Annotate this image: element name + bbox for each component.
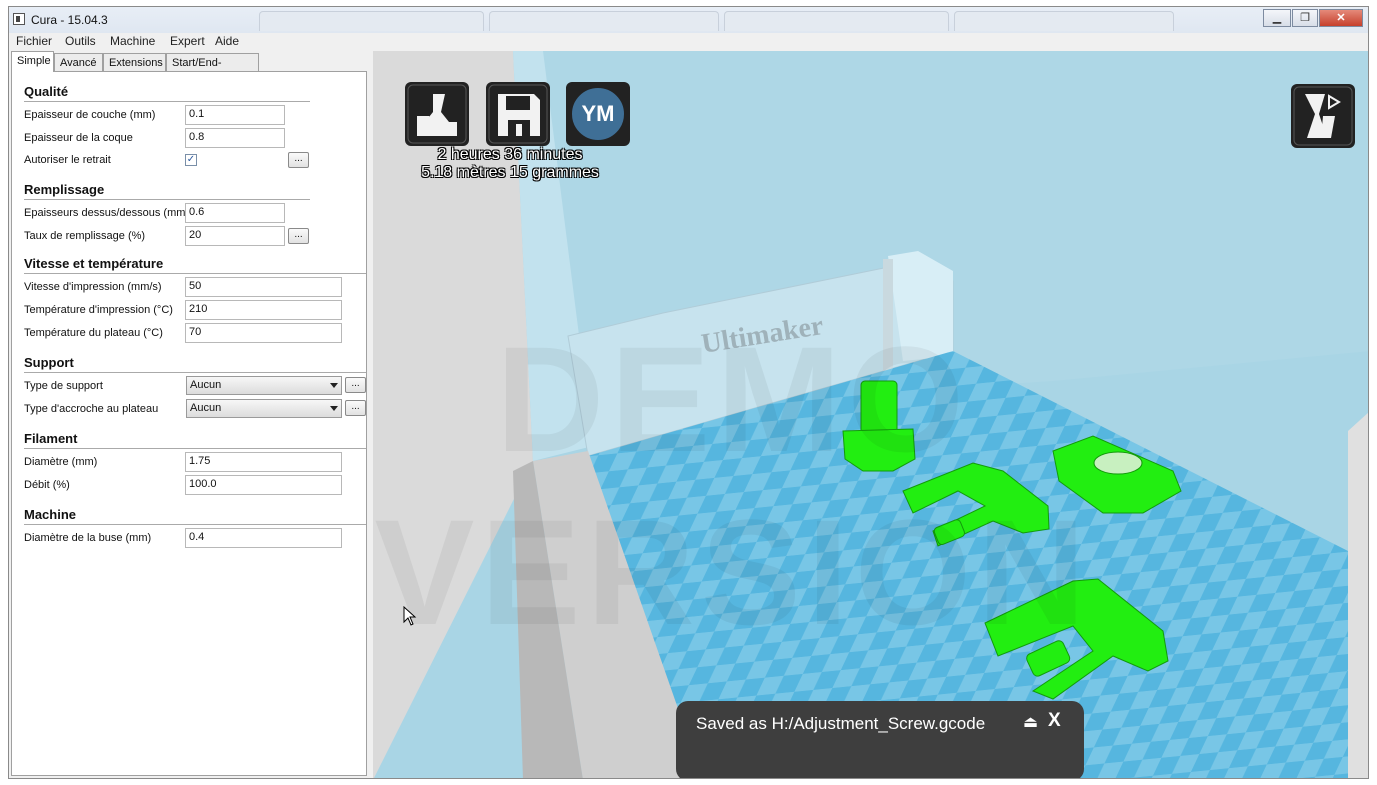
tab-extensions[interactable]: Extensions: [103, 53, 166, 72]
menu-outils[interactable]: Outils: [65, 34, 96, 48]
print-speed-label: Vitesse d'impression (mm/s): [24, 281, 162, 293]
section-divider: [24, 199, 310, 200]
section-divider: [24, 372, 366, 373]
menu-fichier[interactable]: Fichier: [16, 34, 52, 48]
bed-temp-input[interactable]: 70: [185, 323, 342, 343]
eject-icon[interactable]: ⏏: [1023, 712, 1038, 732]
flow-input[interactable]: 100.0: [185, 475, 342, 495]
background-tab: [259, 11, 484, 31]
adhesion-type-value: Aucun: [190, 402, 222, 414]
save-gcode-button[interactable]: [486, 82, 550, 146]
layer-height-label: Epaisseur de couche (mm): [24, 109, 156, 121]
adhesion-type-select[interactable]: Aucun: [186, 399, 342, 418]
print-speed-input[interactable]: 50: [185, 277, 342, 297]
floppy-disk-icon: [488, 84, 548, 144]
filament-diameter-input[interactable]: 1.75: [185, 452, 342, 472]
background-tab: [489, 11, 719, 31]
bottom-top-label: Epaisseurs dessus/dessous (mm): [24, 207, 190, 219]
section-title-support: Support: [24, 355, 74, 370]
flow-label: Débit (%): [24, 479, 70, 491]
section-title-machine: Machine: [24, 507, 77, 522]
fill-density-label: Taux de remplissage (%): [24, 230, 146, 242]
settings-tabs: Simple Avancé Extensions Start/End-GCode: [11, 51, 371, 87]
menu-machine[interactable]: Machine: [110, 34, 155, 48]
background-browser-tabs: [259, 11, 1259, 31]
layer-height-input[interactable]: 0.1: [185, 105, 285, 125]
support-type-label: Type de support: [24, 380, 103, 392]
tab-simple[interactable]: Simple: [11, 51, 54, 72]
menu-expert[interactable]: Expert: [170, 34, 205, 48]
title-bar: Cura - 15.04.3 ▁ ❐ ✕: [9, 7, 1368, 33]
support-type-select[interactable]: Aucun: [186, 376, 342, 395]
shell-thickness-label: Epaisseur de la coque: [24, 132, 133, 144]
support-options-button[interactable]: ...: [345, 377, 366, 393]
youmagine-button[interactable]: YM: [566, 82, 630, 146]
window-title: Cura - 15.04.3: [31, 13, 108, 27]
section-divider: [24, 101, 310, 102]
close-window-button[interactable]: ✕: [1319, 9, 1363, 27]
retraction-options-button[interactable]: ...: [288, 152, 309, 168]
filament-diameter-label: Diamètre (mm): [24, 456, 98, 468]
maximize-button[interactable]: ❐: [1292, 9, 1318, 27]
background-tab: [954, 11, 1174, 31]
view-mode-button[interactable]: [1291, 84, 1355, 148]
adhesion-options-button[interactable]: ...: [345, 400, 366, 416]
fill-density-input[interactable]: 20: [185, 226, 285, 246]
settings-panel: Qualité Epaisseur de couche (mm) 0.1 Epa…: [11, 71, 367, 776]
menu-bar: Fichier Outils Machine Expert Aide: [9, 33, 1368, 51]
tab-avance[interactable]: Avancé: [54, 53, 103, 72]
section-divider: [24, 524, 366, 525]
menu-aide[interactable]: Aide: [215, 34, 239, 48]
print-temp-input[interactable]: 210: [185, 300, 342, 320]
3d-viewport[interactable]: Ultimaker DEMO VERSION YM 2 heures 36 mi…: [373, 51, 1368, 778]
minimize-button[interactable]: ▁: [1263, 9, 1291, 27]
section-title-speed: Vitesse et température: [24, 256, 164, 271]
retraction-checkbox[interactable]: ✓: [185, 154, 197, 166]
section-title-quality: Qualité: [24, 84, 69, 99]
section-title-fill: Remplissage: [24, 182, 105, 197]
nozzle-label: Diamètre de la buse (mm): [24, 532, 152, 544]
chevron-down-icon: [330, 383, 338, 388]
notification-text: Saved as H:/Adjustment_Screw.gcode: [696, 714, 986, 733]
chevron-down-icon: [330, 406, 338, 411]
nozzle-input[interactable]: 0.4: [185, 528, 342, 548]
cura-window: Cura - 15.04.3 ▁ ❐ ✕ Fichier Outils Mach…: [8, 6, 1369, 779]
tab-start-end-gcode[interactable]: Start/End-GCode: [166, 53, 259, 87]
support-type-value: Aucun: [190, 379, 222, 391]
section-title-filament: Filament: [24, 431, 78, 446]
adhesion-type-label: Type d'accroche au plateau: [24, 403, 159, 415]
print-time-text: 2 heures 36 minutes: [437, 146, 583, 163]
load-model-button[interactable]: [405, 82, 469, 146]
youmagine-logo: YM: [570, 86, 626, 142]
load-icon: [407, 84, 467, 144]
print-temp-label: Température d'impression (°C): [24, 304, 173, 316]
fill-options-button[interactable]: ...: [288, 228, 309, 244]
print-material-text: 5.18 mètres 15 grammes: [421, 164, 599, 181]
save-notification: Saved as H:/Adjustment_Screw.gcode ⏏ X: [676, 701, 1084, 778]
notification-close-button[interactable]: X: [1048, 710, 1061, 732]
mouse-cursor-icon: [403, 606, 417, 626]
view-mode-icon: [1293, 86, 1353, 146]
shell-thickness-input[interactable]: 0.8: [185, 128, 285, 148]
background-tab: [724, 11, 949, 31]
app-icon: [13, 13, 25, 25]
print-estimate: 2 heures 36 minutes 5.18 mètres 15 gramm…: [395, 146, 625, 182]
bottom-top-input[interactable]: 0.6: [185, 203, 285, 223]
retraction-label: Autoriser le retrait: [24, 154, 111, 166]
section-divider: [24, 448, 366, 449]
demo-watermark: DEMO VERSION: [374, 315, 1092, 656]
bed-temp-label: Température du plateau (°C): [24, 327, 163, 339]
section-divider: [24, 273, 366, 274]
